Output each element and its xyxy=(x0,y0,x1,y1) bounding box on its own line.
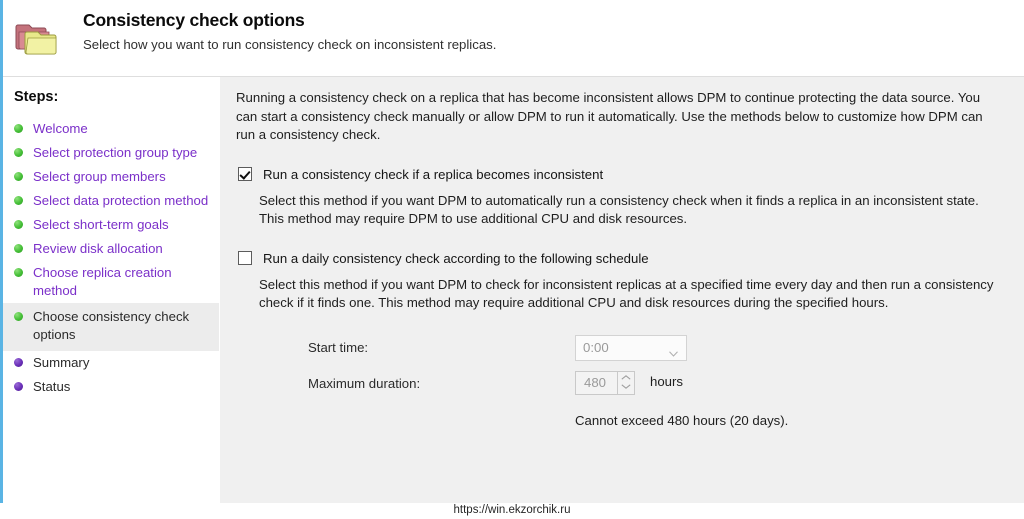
option-auto-row[interactable]: Run a consistency check if a replica bec… xyxy=(236,166,1004,184)
stepper-buttons[interactable] xyxy=(617,371,634,394)
start-time-select[interactable]: 0:00 xyxy=(575,334,687,361)
sidebar-item-label: Select group members xyxy=(33,169,166,184)
start-time-label: Start time: xyxy=(308,339,369,355)
maximum-duration-stepper[interactable]: 480 xyxy=(575,370,635,395)
watermark-url: https://win.ekzorchik.ru xyxy=(453,504,571,516)
steps-list: Welcome Select protection group type Sel… xyxy=(3,117,219,399)
start-time-value: 0:00 xyxy=(583,339,609,355)
sidebar-item-select-group-members[interactable]: Select group members xyxy=(3,165,219,189)
page-footer: https://win.ekzorchik.ru xyxy=(0,503,1024,519)
sidebar-item-label: Status xyxy=(33,379,71,394)
option-daily-consistency-check: Run a daily consistency check according … xyxy=(236,250,1004,313)
option-auto-label: Run a consistency check if a replica bec… xyxy=(263,166,604,182)
schedule-form: Start time: 0:00 Maximum duration: 480 h… xyxy=(236,334,1004,428)
sidebar-item-label: Review disk allocation xyxy=(33,241,163,256)
sidebar-item-label: Welcome xyxy=(33,121,88,136)
sidebar-item-label: Select protection group type xyxy=(33,145,198,160)
step-bullet-icon xyxy=(14,312,23,321)
sidebar-item-label: Choose replica creation method xyxy=(33,265,172,298)
main-panel: Running a consistency check on a replica… xyxy=(219,77,1024,503)
step-bullet-icon xyxy=(14,244,23,253)
sidebar-item-summary[interactable]: Summary xyxy=(3,351,219,375)
sidebar-item-status[interactable]: Status xyxy=(3,375,219,399)
step-bullet-icon xyxy=(14,172,23,181)
step-bullet-icon xyxy=(14,148,23,157)
sidebar-item-label: Select data protection method xyxy=(33,193,209,208)
step-bullet-icon xyxy=(14,124,23,133)
step-bullet-icon xyxy=(14,220,23,229)
page-title: Consistency check options xyxy=(83,10,305,30)
option-auto-consistency-check: Run a consistency check if a replica bec… xyxy=(236,166,1004,229)
option-daily-description: Select this method if you want DPM to ch… xyxy=(259,276,994,311)
chevron-up-icon[interactable] xyxy=(621,374,631,380)
intro-paragraph: Running a consistency check on a replica… xyxy=(236,90,983,142)
steps-sidebar: Steps: Welcome Select protection group t… xyxy=(3,77,219,503)
maximum-duration-row: Maximum duration: 480 hours xyxy=(308,370,1004,401)
sidebar-item-label: Choose consistency check options xyxy=(33,309,190,342)
sidebar-item-review-disk-allocation[interactable]: Review disk allocation xyxy=(3,237,219,261)
chevron-down-icon[interactable] xyxy=(621,383,631,389)
option-auto-description: Select this method if you want DPM to au… xyxy=(259,192,979,227)
sidebar-item-select-short-term-goals[interactable]: Select short-term goals xyxy=(3,213,219,237)
maximum-duration-label: Maximum duration: xyxy=(308,375,421,391)
sidebar-item-label: Select short-term goals xyxy=(33,217,169,232)
steps-heading: Steps: xyxy=(14,89,59,105)
sidebar-item-select-data-protection-method[interactable]: Select data protection method xyxy=(3,189,219,213)
main-panel-inner: Running a consistency check on a replica… xyxy=(236,77,1004,428)
maximum-duration-value: 480 xyxy=(584,374,607,390)
wizard-header: Consistency check options Select how you… xyxy=(3,0,1024,77)
sidebar-item-select-protection-group-type[interactable]: Select protection group type xyxy=(3,141,219,165)
header-text-block: Consistency check options Select how you… xyxy=(83,9,1012,54)
start-time-row: Start time: 0:00 xyxy=(308,334,1004,365)
checkbox-run-consistency-check-on-inconsistent[interactable] xyxy=(238,166,252,181)
consistency-check-options-wizard: Consistency check options Select how you… xyxy=(3,0,1024,503)
step-bullet-icon xyxy=(14,268,23,277)
option-daily-row[interactable]: Run a daily consistency check according … xyxy=(236,250,1004,268)
step-bullet-icon xyxy=(14,358,23,367)
wizard-body: Steps: Welcome Select protection group t… xyxy=(3,77,1024,503)
folder-pair-icon xyxy=(14,19,62,59)
page-subtitle: Select how you want to run consistency c… xyxy=(83,37,497,52)
maximum-duration-units: hours xyxy=(650,373,683,389)
option-daily-label: Run a daily consistency check according … xyxy=(263,250,649,266)
sidebar-item-choose-consistency-check-options[interactable]: Choose consistency check options xyxy=(3,303,219,351)
sidebar-item-choose-replica-creation-method[interactable]: Choose replica creation method xyxy=(3,261,219,303)
step-bullet-icon xyxy=(14,196,23,205)
duration-note: Cannot exceed 480 hours (20 days). xyxy=(575,412,789,428)
checkbox-run-daily-consistency-check[interactable] xyxy=(238,250,252,265)
step-bullet-icon xyxy=(14,382,23,391)
sidebar-item-label: Summary xyxy=(33,355,90,370)
chevron-down-icon xyxy=(669,345,678,357)
sidebar-item-welcome[interactable]: Welcome xyxy=(3,117,219,141)
